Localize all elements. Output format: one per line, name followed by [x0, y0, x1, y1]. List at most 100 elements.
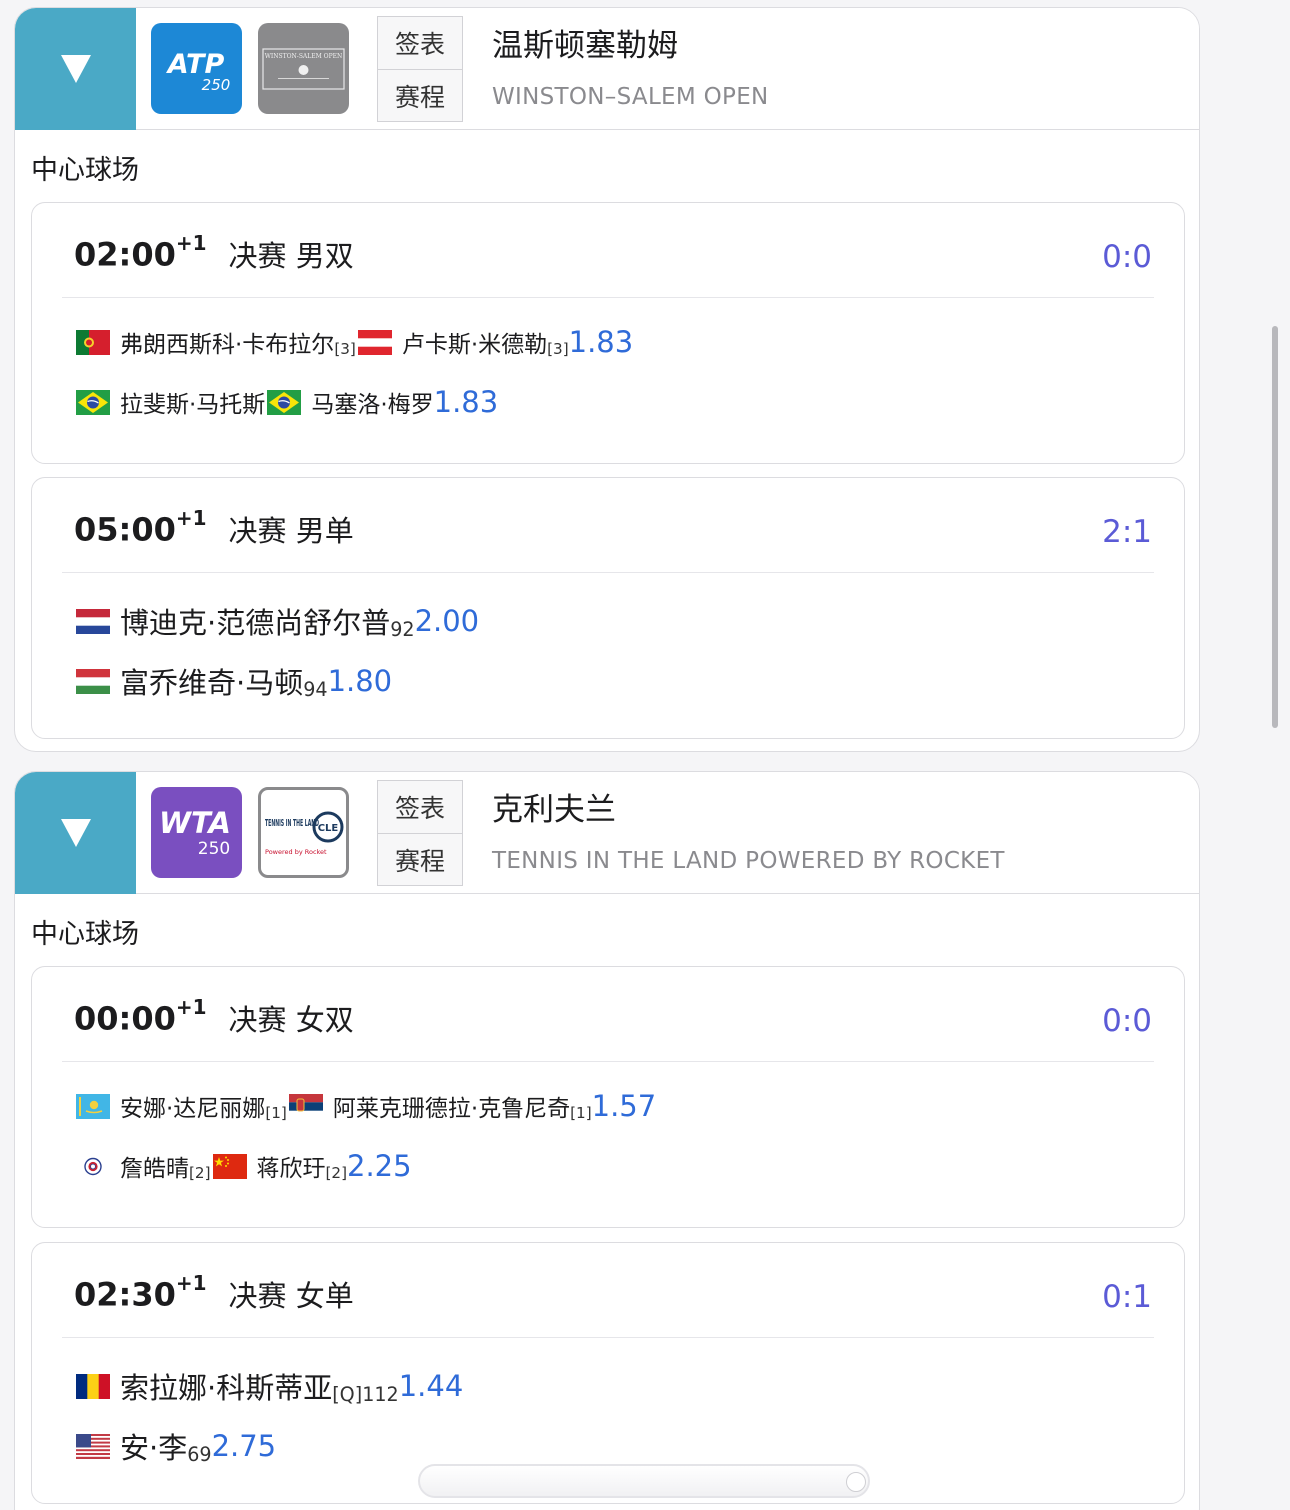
team-row: 詹皓晴 [2] 蒋欣玗 [2] 2.25	[76, 1149, 412, 1183]
tournament-card-cleveland: WTA 250 TENNIS IN THE LAND CLE Powered b…	[14, 771, 1200, 1510]
match-score: 0:0	[1102, 239, 1152, 275]
wta-logo-level: 250	[198, 839, 230, 859]
match-time: 02:00+1	[74, 231, 207, 274]
austria-flag-icon	[358, 330, 392, 355]
tournament-header: WTA 250 TENNIS IN THE LAND CLE Powered b…	[15, 772, 1199, 894]
divider	[62, 1061, 1154, 1062]
collapse-toggle-button[interactable]	[15, 8, 136, 130]
triangle-down-icon	[60, 819, 91, 847]
betting-odds: 1.80	[327, 664, 393, 698]
portugal-flag-icon	[76, 330, 110, 355]
match-time: 05:00+1	[74, 506, 207, 549]
player-name: 阿莱克珊德拉·克鲁尼奇	[332, 1096, 571, 1122]
court-label: 中心球场	[31, 155, 139, 186]
court-label: 中心球场	[31, 919, 139, 950]
player-name: 詹皓晴	[120, 1156, 189, 1182]
match-card[interactable]: 02:00+1 决赛 男双 0:0 弗朗西斯科·卡布拉尔 [3] 卢卡斯·米德勒…	[31, 202, 1185, 464]
wta-logo-text: WTA	[159, 806, 231, 840]
chinese-taipei-flag-icon	[76, 1154, 110, 1179]
tennis-in-the-land-logo: TENNIS IN THE LAND CLE Powered by Rocket	[258, 787, 349, 878]
divider	[62, 297, 1154, 298]
tournament-name[interactable]: 温斯顿塞勒姆	[492, 20, 678, 65]
vertical-scrollbar[interactable]	[1272, 326, 1278, 728]
player-name: 安娜·达尼丽娜	[120, 1096, 266, 1122]
day-offset: +1	[175, 995, 207, 1020]
usa-flag-icon	[76, 1434, 110, 1459]
tournament-buttons: 签表 赛程	[377, 16, 463, 122]
player-ranking: 92	[390, 618, 415, 642]
player-seed: [1]	[570, 1103, 592, 1122]
tournament-subtitle: WINSTON–SALEM OPEN	[492, 84, 769, 110]
til-logo-badge: CLE	[318, 823, 339, 834]
match-card[interactable]: 05:00+1 决赛 男单 2:1 博迪克·范德尚舒尔普 92 2.00 富乔维…	[31, 477, 1185, 739]
match-score: 0:0	[1102, 1003, 1152, 1039]
match-header: 05:00+1 决赛 男单	[74, 506, 354, 550]
betting-odds: 2.75	[211, 1429, 277, 1463]
brazil-flag-icon	[76, 390, 110, 415]
team-row: 拉斐斯·马托斯 马塞洛·梅罗 1.83	[76, 385, 498, 419]
til-logo-sub: Powered by Rocket	[265, 848, 327, 856]
tournament-subtitle: TENNIS IN THE LAND POWERED BY ROCKET	[492, 848, 1005, 874]
player-ranking: 94	[303, 678, 328, 702]
player-name: 富乔维奇·马顿	[120, 666, 304, 700]
draw-button[interactable]: 签表	[378, 17, 462, 69]
match-score: 2:1	[1102, 514, 1152, 550]
kazakhstan-flag-icon	[76, 1094, 110, 1119]
match-time: 00:00+1	[74, 995, 207, 1038]
serbia-flag-icon	[289, 1094, 323, 1119]
player-name: 拉斐斯·马托斯	[120, 392, 266, 418]
betting-odds: 1.44	[398, 1369, 464, 1403]
collapse-toggle-button[interactable]	[15, 772, 136, 894]
match-time: 02:30+1	[74, 1271, 207, 1314]
winston-salem-open-logo: WINSTON-SALEM OPEN	[258, 23, 349, 114]
player-row: 博迪克·范德尚舒尔普 92 2.00	[76, 600, 479, 642]
betting-odds: 1.57	[591, 1089, 657, 1123]
player-name: 安·李	[120, 1431, 188, 1465]
hungary-flag-icon	[76, 669, 110, 694]
horizontal-scroll-handle[interactable]	[418, 1464, 870, 1498]
match-round: 决赛 女单	[228, 1279, 354, 1313]
tournament-card-winston-salem: ATP 250 WINSTON-SALEM OPEN 签表 赛程 温斯顿塞勒姆 …	[14, 7, 1200, 752]
player-row: 索拉娜·科斯蒂亚 [Q]112 1.44	[76, 1365, 463, 1407]
player-ranking: 69	[187, 1443, 212, 1467]
til-logo-text: TENNIS IN THE LAND	[265, 818, 319, 829]
player-seed: [1]	[265, 1103, 287, 1122]
divider	[62, 572, 1154, 573]
divider	[62, 1337, 1154, 1338]
wta-250-logo: WTA 250	[151, 787, 242, 878]
schedule-button[interactable]: 赛程	[378, 69, 462, 121]
player-name: 索拉娜·科斯蒂亚	[120, 1371, 333, 1405]
atp-250-logo: ATP 250	[151, 23, 242, 114]
player-row: 富乔维奇·马顿 94 1.80	[76, 660, 392, 702]
match-card[interactable]: 00:00+1 决赛 女双 0:0 安娜·达尼丽娜 [1] 阿莱克珊德拉·克鲁尼…	[31, 966, 1185, 1228]
player-row: 安·李 69 2.75	[76, 1425, 276, 1467]
draw-button[interactable]: 签表	[378, 781, 462, 833]
player-name: 博迪克·范德尚舒尔普	[120, 606, 391, 640]
betting-odds: 2.00	[414, 604, 480, 638]
player-seed: [3]	[334, 339, 356, 358]
schedule-button[interactable]: 赛程	[378, 833, 462, 885]
match-header: 02:00+1 决赛 男双	[74, 231, 354, 275]
match-header: 02:30+1 决赛 女单	[74, 1271, 354, 1315]
match-header: 00:00+1 决赛 女双	[74, 995, 354, 1039]
player-seed: [2]	[189, 1163, 211, 1182]
atp-logo-level: 250	[202, 76, 231, 94]
player-name: 马塞洛·梅罗	[311, 392, 434, 418]
scroll-knob-icon	[846, 1472, 866, 1492]
team-row: 弗朗西斯科·卡布拉尔 [3] 卢卡斯·米德勒 [3] 1.83	[76, 325, 633, 359]
betting-odds: 1.83	[568, 325, 634, 359]
day-offset: +1	[175, 1271, 207, 1296]
tournament-buttons: 签表 赛程	[377, 780, 463, 886]
match-score: 0:1	[1102, 1279, 1152, 1315]
player-ranking: [Q]112	[332, 1383, 399, 1407]
player-name: 弗朗西斯科·卡布拉尔	[120, 332, 335, 358]
netherlands-flag-icon	[76, 609, 110, 634]
betting-odds: 1.83	[433, 385, 499, 419]
player-seed: [3]	[547, 339, 569, 358]
romania-flag-icon	[76, 1374, 110, 1399]
player-name: 蒋欣玗	[256, 1156, 326, 1182]
day-offset: +1	[175, 506, 207, 531]
player-name: 卢卡斯·米德勒	[401, 332, 548, 358]
brazil-flag-icon	[267, 390, 301, 415]
tournament-name[interactable]: 克利夫兰	[492, 784, 616, 829]
